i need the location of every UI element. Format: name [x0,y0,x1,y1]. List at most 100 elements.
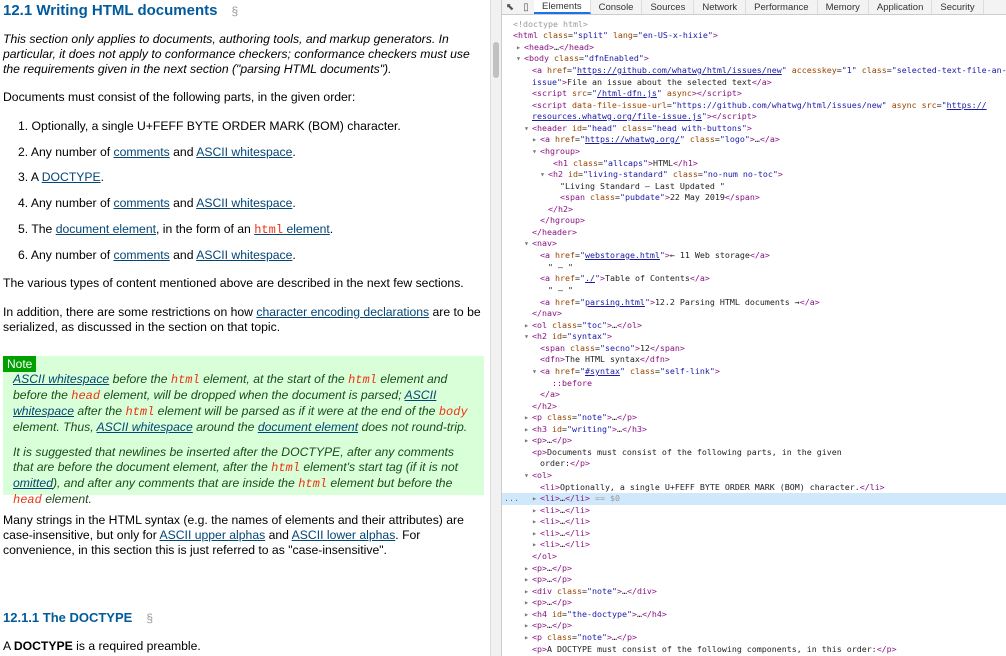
dom-node[interactable]: ▸ <head>…</head> [502,42,1006,54]
dom-node[interactable]: ▾ <ol> [502,470,1006,482]
ascii-lower-alphas-link[interactable]: ASCII lower alphas [292,528,396,542]
dom-node[interactable]: ▸ <li>…</li> [502,505,1006,517]
tab-security[interactable]: Security [932,0,984,14]
dom-node[interactable]: </h2> [502,204,1006,216]
comments-link[interactable]: comments [114,248,170,262]
dom-node[interactable]: ::before [502,378,1006,390]
dom-node[interactable]: </a> [502,389,1006,401]
dom-node[interactable]: <p>Documents must consist of the followi… [502,447,1006,459]
dom-node[interactable]: ▾ <hgroup> [502,146,1006,158]
tab-memory[interactable]: Memory [818,0,869,14]
tab-performance[interactable]: Performance [746,0,818,14]
dom-node[interactable]: ▾ <body class="dfnEnabled"> [502,53,1006,65]
dom-node[interactable]: <a href="parsing.html">12.2 Parsing HTML… [502,297,1006,309]
dom-node[interactable]: ▸ <p>…</p> [502,620,1006,632]
character-encoding-link[interactable]: character encoding declarations [256,305,429,319]
expand-icon: ▸ [532,516,537,526]
dom-node[interactable]: ▸ <p>…</p> [502,574,1006,586]
dom-node[interactable]: ▾ <a href="#syntax" class="self-link"> [502,366,1006,378]
collapse-icon: ▾ [524,331,529,341]
note-label: Note [3,356,37,372]
dom-node[interactable]: resources.whatwg.org/file-issue.js"></sc… [502,111,1006,123]
dom-node[interactable]: </h2> [502,401,1006,413]
dom-node[interactable]: ▾ <h2 id="living-standard" class="no-num … [502,169,1006,181]
ascii-whitespace-link[interactable]: ASCII whitespace [97,420,193,434]
ascii-whitespace-link[interactable]: ASCII whitespace [196,248,292,262]
dom-node[interactable]: " – " [502,262,1006,274]
document-scrollbar[interactable] [490,0,501,656]
dom-node[interactable]: <!doctype html> [502,19,1006,31]
inspect-element-icon[interactable]: ⬉ [502,0,518,14]
comments-link[interactable]: comments [114,145,170,159]
dom-node[interactable]: ▸ <ol class="toc">…</ol> [502,320,1006,332]
dom-node[interactable]: </header> [502,227,1006,239]
list-item: 4. Any number of comments and ASCII whit… [18,196,296,210]
omitted-link[interactable]: omitted [13,476,53,490]
devtools-panel: ⬉ ▯ Elements Console Sources Network Per… [501,0,1006,656]
dom-node[interactable]: issue">File an issue about the selected … [502,77,1006,89]
dom-node[interactable]: ▾ <header id="head" class="head with-butt… [502,123,1006,135]
dom-node[interactable]: <a href="https://github.com/whatwg/html/… [502,65,1006,77]
note-paragraph: ASCII whitespace before the html element… [13,372,468,434]
document-element-link[interactable]: document element [56,222,156,236]
expand-icon: ▸ [524,412,529,422]
ascii-upper-alphas-link[interactable]: ASCII upper alphas [160,528,266,542]
dom-node[interactable]: ▸ <a href="https://whatwg.org/" class="lo… [502,134,1006,146]
tab-application[interactable]: Application [869,0,933,14]
section-link-icon[interactable]: § [231,4,238,18]
dom-node[interactable]: order:</p> [502,458,1006,470]
device-toolbar-icon[interactable]: ▯ [518,0,534,14]
dom-node[interactable]: "Living Standard — Last Updated " [502,181,1006,193]
ascii-whitespace-link[interactable]: ASCII whitespace [196,196,292,210]
scrollbar-thumb[interactable] [493,42,499,78]
dom-node[interactable]: <p>A DOCTYPE must consist of the followi… [502,644,1006,656]
tab-elements[interactable]: Elements [534,0,591,14]
dom-node[interactable]: ▸ <p>…</p> [502,435,1006,447]
html-element-link[interactable]: html element [254,222,330,237]
dom-node[interactable]: ▸ <li>…</li> [502,516,1006,528]
dom-node[interactable]: ▸ <p class="note">…</p> [502,632,1006,644]
expand-icon: ▸ [524,597,529,607]
dom-node[interactable]: </ol> [502,551,1006,563]
dom-node[interactable]: ▸ <div class="note">…</div> [502,586,1006,598]
dom-node[interactable]: <a href="webstorage.html">← 11 Web stora… [502,250,1006,262]
dom-node[interactable]: <html class="split" lang="en-US-x-hixie"… [502,30,1006,42]
comments-link[interactable]: comments [114,196,170,210]
dom-node-selected[interactable]: ... ▸ <li>…</li> == $0 [502,493,1006,505]
dom-node[interactable]: ▸ <h3 id="writing">…</h3> [502,424,1006,436]
dom-node[interactable]: <span class="pubdate">22 May 2019</span> [502,192,1006,204]
dom-node[interactable]: ▸ <p class="note">…</p> [502,412,1006,424]
ascii-whitespace-link[interactable]: ASCII whitespace [196,145,292,159]
tab-network[interactable]: Network [694,0,747,14]
dom-node[interactable]: ▸ <li>…</li> [502,528,1006,540]
dom-node[interactable]: ▸ <p>…</p> [502,563,1006,575]
dom-node[interactable]: <h1 class="allcaps">HTML</h1> [502,158,1006,170]
dom-node[interactable]: ▸ <p>…</p> [502,597,1006,609]
expand-icon: ▸ [524,632,529,642]
dom-node[interactable]: <script data-file-issue-url="https://git… [502,100,1006,112]
dom-node[interactable]: <li>Optionally, a single U+FEFF BYTE ORD… [502,482,1006,494]
tab-sources[interactable]: Sources [642,0,695,14]
expand-icon: ▸ [532,528,537,538]
dom-tree: <!doctype html> <html class="split" lang… [502,15,1006,656]
dom-node[interactable]: " – " [502,285,1006,297]
dom-node[interactable]: </hgroup> [502,215,1006,227]
case-insensitive-paragraph: Many strings in the HTML syntax (e.g. th… [3,513,464,557]
dom-node[interactable]: <a href="./">Table of Contents</a> [502,273,1006,285]
dom-node[interactable]: </nav> [502,308,1006,320]
dom-node[interactable]: ▾ <nav> [502,238,1006,250]
dom-node[interactable]: ▾ <h2 id="syntax"> [502,331,1006,343]
tab-console[interactable]: Console [591,0,643,14]
dom-node[interactable]: ▸ <h4 id="the-doctype">…</h4> [502,609,1006,621]
doctype-link[interactable]: DOCTYPE [42,170,101,184]
dom-node[interactable]: ▸ <li>…</li> [502,539,1006,551]
expand-icon: ▸ [532,134,537,144]
ascii-whitespace-link[interactable]: ASCII whitespace [13,372,109,386]
dom-node[interactable]: <span class="secno">12</span> [502,343,1006,355]
section-link-icon[interactable]: § [146,611,153,625]
node-actions-icon[interactable]: ... [504,493,519,505]
dom-node[interactable]: <script src="/html-dfn.js" async></scrip… [502,88,1006,100]
document-element-link[interactable]: document element [258,420,358,434]
doctype-paragraph: A DOCTYPE is a required preamble. [3,639,201,653]
dom-node[interactable]: <dfn>The HTML syntax</dfn> [502,354,1006,366]
